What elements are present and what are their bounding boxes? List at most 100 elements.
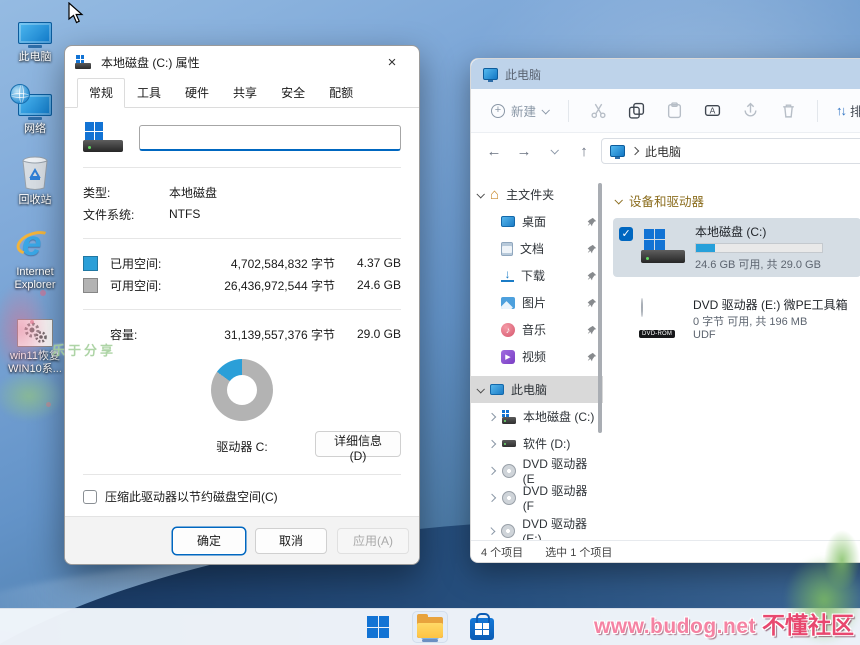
dvd-e-tile[interactable]: DVD-ROM DVD 驱动器 (E:) 微PE工具箱 0 字节 可用, 共 1…: [613, 291, 860, 346]
status-item-count: 4 个项目: [481, 544, 523, 560]
nav-item-music[interactable]: ♪ 音乐: [471, 316, 603, 343]
green-splash-right-edge: [824, 530, 860, 590]
group-header-devices[interactable]: 设备和驱动器: [611, 191, 860, 210]
dialog-titlebar[interactable]: 本地磁盘 (C:) 属性 ×: [65, 46, 419, 78]
desktop-icon-label: 此电脑: [19, 51, 52, 64]
volume-label-input[interactable]: [139, 125, 401, 151]
taskbar: [0, 608, 860, 645]
start-button[interactable]: [360, 611, 396, 643]
capacity-donut: [211, 359, 273, 421]
rename-button[interactable]: A: [695, 96, 729, 126]
cancel-button[interactable]: 取消: [255, 528, 327, 554]
compress-checkbox[interactable]: [83, 490, 97, 504]
explorer-titlebar[interactable]: 此电脑: [471, 59, 860, 89]
drive-icon: [83, 122, 125, 154]
nav-item-label: 图片: [522, 294, 546, 311]
nav-item-home[interactable]: ⌂ 主文件夹: [471, 181, 603, 208]
store-bag-icon: [470, 618, 494, 640]
forward-button[interactable]: →: [511, 138, 537, 164]
chevron-right-icon: [488, 412, 496, 420]
nav-item-downloads[interactable]: ↓ 下载: [471, 262, 603, 289]
svg-text:A: A: [709, 105, 715, 115]
desktop-icon-label: win11恢复WIN10系...: [5, 350, 65, 375]
item-checkbox-spacer: [619, 300, 633, 314]
network-icon: [18, 78, 52, 120]
drive-name: 本地磁盘 (C:): [695, 223, 823, 240]
drive-c-tile[interactable]: 本地磁盘 (C:) 24.6 GB 可用, 共 29.0 GB: [613, 218, 860, 277]
nav-item-dvd-e[interactable]: DVD 驱动器 (E: [471, 457, 603, 484]
folder-icon: [417, 617, 443, 638]
close-button[interactable]: ×: [375, 50, 409, 74]
new-button[interactable]: + 新建: [483, 96, 556, 125]
videos-icon: ▶: [501, 350, 515, 364]
pin-icon: [587, 244, 597, 254]
tab-general[interactable]: 常规: [77, 78, 125, 108]
drive-filesystem: UDF: [693, 329, 848, 341]
tab-quota[interactable]: 配额: [317, 78, 365, 108]
nav-item-label: DVD 驱动器 (E:): [522, 515, 597, 540]
pin-icon: [587, 271, 597, 281]
copy-button[interactable]: [619, 96, 653, 126]
pin-icon: [587, 298, 597, 308]
details-button[interactable]: 详细信息(D): [315, 431, 401, 457]
nav-item-this-pc[interactable]: 此电脑: [471, 376, 603, 403]
free-space-size: 24.6 GB: [335, 278, 401, 292]
free-space-label: 可用空间:: [110, 277, 196, 294]
desktop-icon-this-pc[interactable]: 此电脑: [4, 6, 66, 64]
tab-security[interactable]: 安全: [269, 78, 317, 108]
taskbar-file-explorer[interactable]: [412, 611, 448, 643]
recycle-bin-icon: [18, 149, 52, 191]
nav-item-label: 下载: [521, 267, 545, 284]
desktop-icon-recycle-bin[interactable]: 回收站: [4, 149, 66, 207]
compress-option-row[interactable]: 压缩此驱动器以节约磁盘空间(C): [83, 488, 401, 505]
nav-item-drive-c[interactable]: 本地磁盘 (C:): [471, 403, 603, 430]
desktop-icon-win11-restore[interactable]: win11恢复WIN10系...: [4, 305, 66, 375]
pictures-icon: [501, 297, 515, 309]
sort-label: 排序: [850, 101, 860, 120]
type-value: 本地磁盘: [169, 184, 217, 201]
nav-item-drive-d[interactable]: 软件 (D:): [471, 430, 603, 457]
drive-dialog-icon: [75, 55, 93, 69]
free-space-row: 可用空间: 26,436,972,544 字节 24.6 GB: [83, 274, 401, 296]
drive-c-icon: [502, 410, 516, 424]
apply-button[interactable]: 应用(A): [337, 528, 409, 554]
tab-tools[interactable]: 工具: [125, 78, 173, 108]
chevron-down-icon: [550, 146, 558, 154]
capacity-size: 29.0 GB: [335, 327, 401, 341]
ok-button[interactable]: 确定: [173, 528, 245, 554]
item-checkbox[interactable]: [619, 227, 633, 241]
donut-hole: [227, 375, 257, 405]
nav-item-videos[interactable]: ▶ 视频: [471, 343, 603, 370]
rename-icon: A: [704, 102, 721, 119]
documents-icon: [501, 242, 513, 256]
address-bar[interactable]: 此电脑: [601, 138, 860, 164]
delete-button[interactable]: [771, 96, 805, 126]
nav-item-dvd-clipped[interactable]: DVD 驱动器 (E:): [471, 517, 603, 540]
capacity-label: 容量:: [110, 326, 196, 343]
share-button[interactable]: [733, 96, 767, 126]
paste-button[interactable]: [657, 96, 691, 126]
tab-sharing[interactable]: 共享: [221, 78, 269, 108]
dialog-title: 本地磁盘 (C:) 属性: [101, 54, 367, 71]
filesystem-value: NTFS: [169, 207, 200, 221]
sort-button[interactable]: ↑↓ 排序: [830, 96, 860, 125]
cut-button[interactable]: [581, 96, 615, 126]
up-button[interactable]: ↑: [571, 138, 597, 164]
nav-item-documents[interactable]: 文档: [471, 235, 603, 262]
desktop-folder-icon: [501, 216, 515, 227]
nav-item-dvd-f[interactable]: DVD 驱动器 (F: [471, 484, 603, 511]
desktop-icon-network[interactable]: 网络: [4, 78, 66, 136]
history-dropdown-button[interactable]: [541, 138, 567, 164]
taskbar-microsoft-store[interactable]: [464, 611, 500, 643]
back-button[interactable]: ←: [481, 138, 507, 164]
file-explorer-window: 此电脑 + 新建 A ↑↓ 排序 ←: [470, 58, 860, 563]
separator: [83, 167, 401, 168]
nav-item-label: DVD 驱动器 (F: [523, 482, 597, 513]
nav-scrollbar[interactable]: [598, 183, 602, 433]
tab-hardware[interactable]: 硬件: [173, 78, 221, 108]
nav-item-pictures[interactable]: 图片: [471, 289, 603, 316]
dialog-footer: 确定 取消 应用(A): [65, 516, 419, 564]
desktop-icon-internet-explorer[interactable]: e Internet Explorer: [4, 221, 66, 291]
nav-item-desktop[interactable]: 桌面: [471, 208, 603, 235]
this-pc-icon: [490, 384, 504, 395]
